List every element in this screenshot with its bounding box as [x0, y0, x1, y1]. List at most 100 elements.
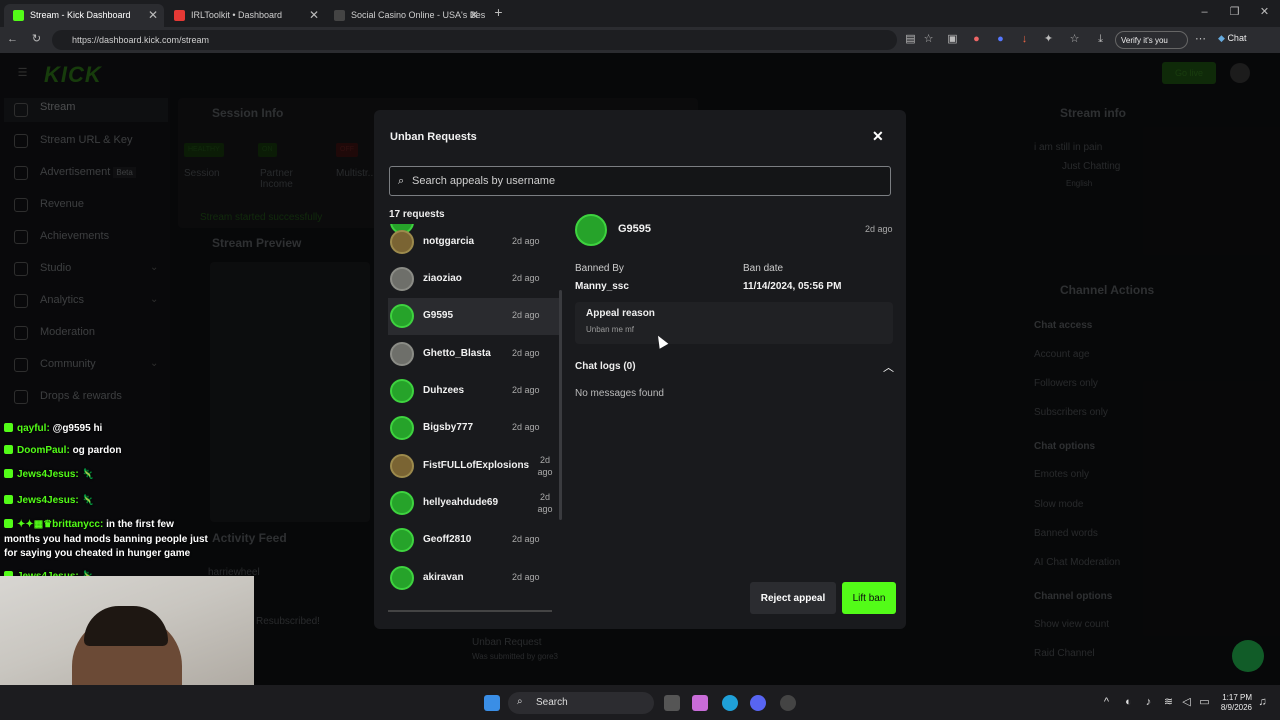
download-icon[interactable]: ↓	[1018, 33, 1031, 46]
list-item[interactable]: akiravan 2d ago	[388, 560, 560, 597]
ban-date-label: Ban date	[743, 263, 784, 274]
list-item[interactable]: ziaoziao 2d ago	[388, 261, 560, 298]
irltoolkit-favicon-icon	[174, 10, 185, 21]
notification-bell-icon[interactable]: ♫	[1256, 696, 1269, 709]
restore-icon[interactable]: ❐	[1228, 6, 1241, 19]
avatar	[390, 416, 414, 440]
lift-ban-button[interactable]: Lift ban	[842, 582, 896, 614]
copilot-app-icon[interactable]	[692, 695, 708, 711]
kick-favicon-icon	[13, 10, 24, 21]
kick-badge-icon	[4, 469, 13, 478]
modal-title: Unban Requests	[390, 131, 477, 143]
chevron-up-icon[interactable]: ^	[1100, 696, 1113, 709]
downloads-icon[interactable]: ⤓	[1094, 33, 1107, 46]
avatar	[575, 214, 607, 246]
list-item[interactable]: hellyeahdude69 2d ago	[388, 485, 560, 522]
tray-icon[interactable]: ◐	[1122, 696, 1135, 709]
banned-by-label: Banned By	[575, 263, 624, 274]
chat-message: months you had mods banning people just	[4, 534, 208, 545]
chat-message: DoomPaul: og pardon	[4, 445, 121, 456]
unban-requests-modal: Unban Requests ✕ ⌕ 17 requests notggarci…	[374, 110, 906, 629]
wifi-icon[interactable]: ≋	[1162, 696, 1175, 709]
search-appeals-field[interactable]: ⌕	[389, 166, 891, 196]
request-count: 17 requests	[389, 209, 445, 220]
copilot-icon: ◆	[1218, 33, 1225, 43]
tab-social-casino[interactable]: Social Casino Online - USA's Best ✕	[325, 4, 485, 27]
url-field[interactable]: https://dashboard.kick.com/stream	[52, 30, 897, 50]
copilot-chat-button[interactable]: ◆ Chat	[1218, 33, 1246, 44]
list-scrollbar[interactable]	[559, 290, 562, 520]
avatar	[390, 267, 414, 291]
close-window-icon[interactable]: ✕	[1258, 6, 1271, 19]
appeal-reason-text: Unban me mf	[586, 325, 635, 334]
taskbar: ⌕ Search ^ ◐ ♪ ≋ ◁ ▭ 1:17 PM 8/9/2026 ♫	[0, 685, 1280, 720]
app-icon[interactable]	[780, 695, 796, 711]
detail-username: G9595	[618, 223, 652, 235]
list-item[interactable]: Bigsby777 2d ago	[388, 410, 560, 447]
list-item[interactable]: FistFULLofExplosions 2d ago	[388, 448, 560, 485]
more-icon[interactable]: ⋯	[1194, 33, 1207, 46]
chevron-up-icon[interactable]: ︿	[883, 359, 894, 375]
close-tab-icon[interactable]: ✕	[309, 8, 319, 22]
favorite-icon[interactable]: ☆	[922, 33, 935, 46]
collections-icon[interactable]: ☆	[1068, 33, 1081, 46]
minimize-icon[interactable]: –	[1198, 6, 1211, 19]
streamer-hair	[84, 606, 168, 646]
task-view-icon[interactable]	[664, 695, 680, 711]
avatar	[390, 454, 414, 478]
ban-date-value: 11/14/2024, 05:56 PM	[743, 281, 842, 292]
edge-app-icon[interactable]	[722, 695, 738, 711]
windows-start-icon[interactable]	[484, 695, 500, 711]
reject-appeal-button[interactable]: Reject appeal	[750, 582, 836, 614]
extension-icon[interactable]: ●	[994, 33, 1007, 46]
list-item[interactable]: Geoff2810 2d ago	[388, 522, 560, 559]
extension-icon[interactable]: ▣	[946, 33, 959, 46]
detail-time-ago: 2d ago	[865, 224, 893, 234]
chat-message: Jews4Jesus: 🦎	[4, 495, 94, 506]
back-icon[interactable]: ←	[6, 33, 19, 46]
list-item[interactable]: notggarcia 2d ago	[388, 224, 560, 261]
list-item-selected[interactable]: G9595 2d ago	[388, 298, 560, 335]
kick-badge-icon	[4, 445, 13, 454]
close-tab-icon[interactable]: ✕	[469, 8, 479, 22]
kick-badge-icon	[4, 495, 13, 504]
reader-icon[interactable]: ▤	[904, 33, 917, 46]
appeal-detail: G9595 2d ago Banned By Manny_ssc Ban dat…	[575, 210, 895, 610]
appeal-reason-label: Appeal reason	[586, 308, 655, 319]
no-messages-text: No messages found	[575, 388, 664, 399]
taskbar-search[interactable]: ⌕ Search	[508, 692, 654, 714]
tab-irltoolkit[interactable]: IRLToolkit • Dashboard ✕	[165, 4, 325, 27]
search-icon: ⌕	[517, 696, 523, 707]
tab-kick-dashboard[interactable]: Stream - Kick Dashboard ✕	[4, 4, 164, 27]
new-tab-icon[interactable]: +	[492, 5, 505, 19]
volume-icon[interactable]: ◁	[1180, 696, 1193, 709]
kick-badge-icon	[4, 519, 13, 528]
search-icon: ⌕	[398, 175, 405, 187]
discord-app-icon[interactable]	[750, 695, 766, 711]
request-list[interactable]: notggarcia 2d ago ziaoziao 2d ago G9595 2d …	[388, 224, 560, 612]
appeal-reason-box: Appeal reason Unban me mf	[575, 302, 893, 344]
mic-icon[interactable]: ♪	[1142, 696, 1155, 709]
chat-message: qayful: @g9595 hi	[4, 423, 102, 434]
avatar	[390, 342, 414, 366]
banned-by-value: Manny_ssc	[575, 281, 629, 292]
list-horizontal-scrollbar[interactable]	[388, 610, 552, 612]
address-bar-row: ← ↻ https://dashboard.kick.com/stream ▤ …	[0, 27, 1280, 53]
avatar	[390, 230, 414, 254]
extension-icon[interactable]: ●	[970, 33, 983, 46]
verify-button[interactable]: Verify it's you	[1115, 31, 1188, 49]
battery-icon[interactable]: ▭	[1198, 696, 1211, 709]
reload-icon[interactable]: ↻	[30, 33, 43, 46]
list-item[interactable]: Ghetto_Blasta 2d ago	[388, 336, 560, 373]
chat-logs-heading[interactable]: Chat logs (0)	[575, 361, 636, 372]
chat-message: Jews4Jesus: 🦎	[4, 469, 94, 480]
puzzle-icon[interactable]: ✦	[1042, 33, 1055, 46]
casino-favicon-icon	[334, 10, 345, 21]
list-item[interactable]: Duhzees 2d ago	[388, 373, 560, 410]
avatar	[390, 491, 414, 515]
close-icon[interactable]: ✕	[872, 128, 884, 145]
search-input[interactable]	[412, 173, 882, 189]
taskbar-clock[interactable]: 1:17 PM 8/9/2026	[1218, 693, 1252, 713]
close-tab-icon[interactable]: ✕	[148, 8, 158, 22]
avatar	[390, 379, 414, 403]
